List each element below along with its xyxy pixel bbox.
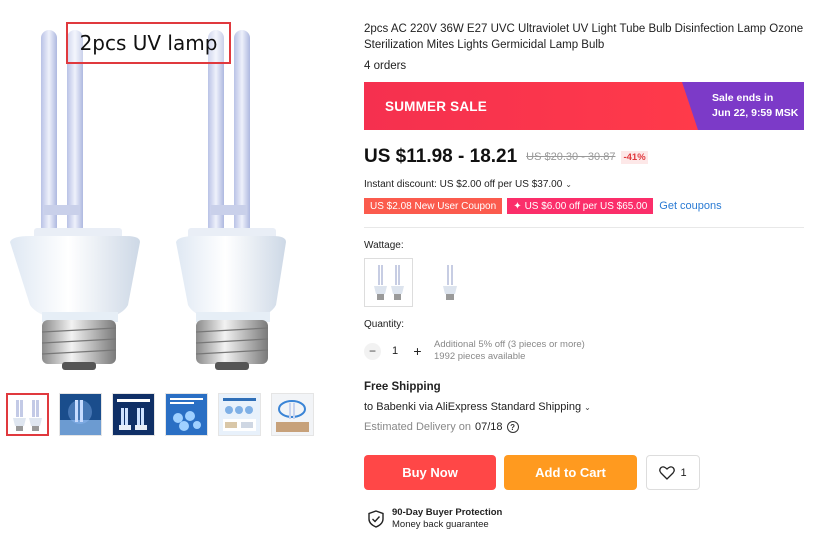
- store-coupon[interactable]: ✦ US $6.00 off per US $65.00: [507, 198, 654, 214]
- estimated-delivery: Estimated Delivery on 07/18 ?: [364, 421, 519, 433]
- estimated-delivery-label: Estimated Delivery on: [364, 421, 471, 433]
- main-product-image[interactable]: 2pcs UV lamp: [0, 0, 350, 380]
- buyer-protection-text: 90-Day Buyer Protection Money back guara…: [392, 507, 502, 531]
- quantity-decrease-button[interactable]: −: [364, 342, 381, 360]
- uv-sterilize-thumb-icon: [166, 394, 207, 435]
- add-to-cart-button[interactable]: Add to Cart: [504, 455, 637, 490]
- thumbnail-1[interactable]: [6, 393, 49, 436]
- coupon-plus-icon: ✦: [513, 200, 522, 212]
- section-divider: [364, 227, 804, 228]
- buyer-protection-subtitle: Money back guarantee: [392, 519, 489, 530]
- quantity-increase-button[interactable]: +: [409, 342, 426, 360]
- shipping-destination-text: to Babenki via AliExpress Standard Shipp…: [364, 401, 582, 413]
- thumbnail-strip: [6, 393, 314, 436]
- instant-discount[interactable]: Instant discount: US $2.00 off per US $3…: [364, 179, 572, 190]
- thumbnail-2[interactable]: [59, 393, 102, 436]
- wishlist-button[interactable]: 1: [646, 455, 700, 490]
- product-title: 2pcs AC 220V 36W E27 UVC Ultraviolet UV …: [364, 23, 804, 51]
- sale-ends-label: Sale ends in: [712, 92, 774, 104]
- buy-now-button[interactable]: Buy Now: [364, 455, 496, 490]
- wattage-options: [364, 258, 474, 307]
- thumbnail-6[interactable]: [271, 393, 314, 436]
- sale-ends-date: Jun 22, 9:59 MSK: [712, 107, 799, 119]
- wattage-option-single[interactable]: [425, 258, 474, 307]
- store-coupon-text: US $6.00 off per US $65.00: [524, 200, 648, 212]
- uv-lamp-pair-thumb-icon: [13, 400, 42, 431]
- thumbnail-3[interactable]: [112, 393, 155, 436]
- buyer-protection: 90-Day Buyer Protection Money back guara…: [368, 507, 502, 531]
- instant-discount-text: Instant discount: US $2.00 off per US $3…: [364, 179, 563, 190]
- chevron-down-icon: ⌄: [565, 180, 572, 189]
- uv-germicidal-lamp-thumb-icon: [113, 394, 154, 435]
- wishlist-count: 1: [680, 466, 687, 479]
- sale-countdown: Sale ends in Jun 22, 9:59 MSK: [682, 82, 804, 130]
- image-caption-box: 2pcs UV lamp: [66, 22, 231, 64]
- sale-banner: SUMMER SALE Sale ends in Jun 22, 9:59 MS…: [364, 82, 804, 130]
- sale-label: SUMMER SALE: [385, 98, 487, 114]
- image-caption: 2pcs UV lamp: [79, 31, 218, 55]
- quantity-value[interactable]: 1: [381, 345, 409, 357]
- wattage-option-double[interactable]: [364, 258, 413, 307]
- current-price: US $11.98 - 18.21: [364, 146, 518, 167]
- single-bulb-option-icon: [442, 264, 457, 300]
- uv-360-thumb-icon: [272, 394, 313, 435]
- product-gallery: 2pcs UV lamp: [0, 0, 350, 546]
- buyer-protection-title: 90-Day Buyer Protection: [392, 507, 503, 518]
- sale-banner-label-area: SUMMER SALE: [364, 82, 698, 130]
- thumbnail-5[interactable]: [218, 393, 261, 436]
- right-bulb: [176, 30, 286, 370]
- help-icon[interactable]: ?: [506, 421, 519, 433]
- original-price: US $20.30 - 30.87: [526, 151, 616, 163]
- uv-room-thumb-icon: [60, 394, 101, 435]
- order-count: 4 orders: [364, 60, 407, 72]
- double-bulb-option-icon: [373, 264, 404, 300]
- price-row: US $11.98 - 18.21 US $20.30 - 30.87 -41%: [364, 146, 648, 168]
- stock-available: 1992 pieces available: [434, 351, 526, 362]
- thumbnail-4[interactable]: [165, 393, 208, 436]
- quantity-note: Additional 5% off (3 pieces or more) 199…: [434, 339, 585, 363]
- heart-icon: [659, 465, 676, 480]
- product-info: 2pcs AC 220V 36W E27 UVC Ultraviolet UV …: [364, 0, 815, 546]
- estimated-delivery-date: 07/18: [475, 421, 503, 433]
- uv-bedding-thumb-icon: [219, 394, 260, 435]
- coupon-row: US $2.08 New User Coupon ✦ US $6.00 off …: [364, 198, 722, 214]
- quantity-label: Quantity:: [364, 319, 405, 330]
- shipping-title: Free Shipping: [364, 381, 441, 393]
- bulk-discount-note: Additional 5% off (3 pieces or more): [434, 339, 585, 350]
- discount-badge: -41%: [621, 150, 648, 164]
- shield-check-icon: [368, 510, 384, 528]
- left-bulb: [10, 30, 140, 370]
- quantity-stepper: − 1 + Additional 5% off (3 pieces or mor…: [364, 339, 585, 363]
- new-user-coupon[interactable]: US $2.08 New User Coupon: [364, 198, 503, 214]
- get-coupons-link[interactable]: Get coupons: [659, 200, 721, 212]
- wattage-label: Wattage:: [364, 240, 404, 251]
- chevron-down-icon: ⌄: [584, 402, 591, 412]
- shipping-destination[interactable]: to Babenki via AliExpress Standard Shipp…: [364, 401, 591, 413]
